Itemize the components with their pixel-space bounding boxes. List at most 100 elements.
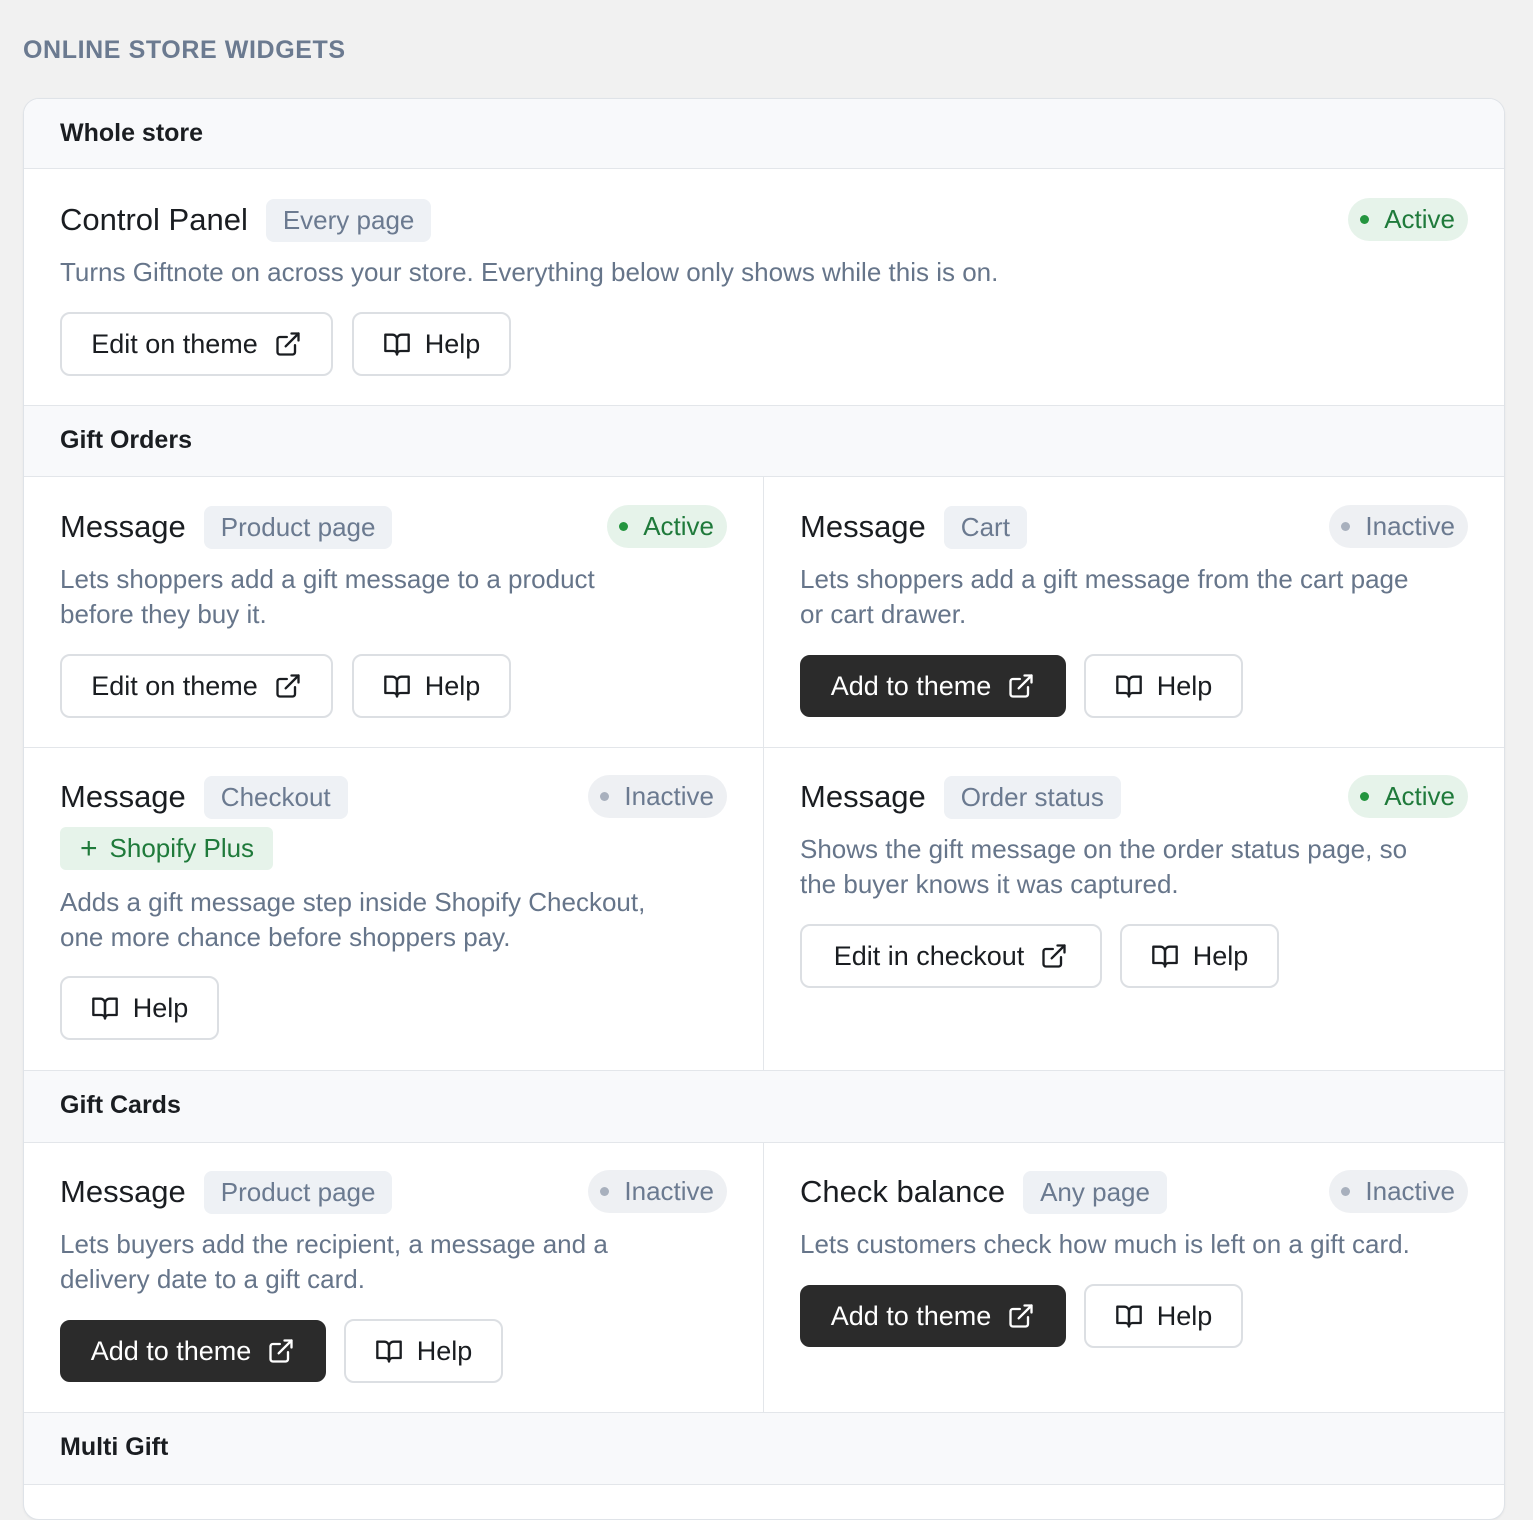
scope-badge: Every page [265,198,432,242]
widget-card-check-balance: Check balance Any page Inactive Lets cus… [800,1170,1468,1370]
description-line: Adds a gift message step inside Shopify … [60,887,646,917]
widget-card-order-status-message: Message Order status Active Shows the gi… [800,775,1468,1005]
description-line: one more chance before shoppers pay. [60,922,511,952]
status-label: Active [1384,204,1455,234]
description-line: the buyer knows it was captured. [800,869,1179,899]
widget-title: Message [60,509,186,544]
book-icon [1115,675,1142,698]
description-line: or cart drawer. [800,599,967,629]
description-line: Shows the gift message on the order stat… [800,834,1408,864]
scope-badge: Product page [203,505,393,549]
row-divider [24,747,1504,748]
external-link-icon [269,1339,293,1363]
button-label: Help [424,670,481,701]
widget-card-checkout-message: Message Checkout Inactive + Shopify Plus… [60,775,727,1055]
widget-description: Adds a gift message step inside Shopify … [60,885,645,955]
section-header-multi-gift: Multi Gift [24,1412,1504,1485]
help-button[interactable]: Help [1120,924,1279,988]
status-dot [619,522,629,531]
status-dot [1360,215,1370,224]
status-dot [1360,792,1370,801]
section-title: Multi Gift [60,1433,169,1461]
section-header-whole-store: Whole store [24,99,1504,169]
status-dot [1341,1187,1351,1196]
help-button[interactable]: Help [352,654,511,718]
status-badge: Active [1348,198,1468,241]
section-header-gift-cards: Gift Cards [24,1070,1504,1143]
description-line: before they buy it. [60,599,267,629]
status-badge: Inactive [588,1170,727,1213]
edit-on-theme-button[interactable]: Edit on theme [60,654,333,718]
section-title: Gift Cards [60,1091,181,1119]
book-icon [383,333,410,356]
section-header-gift-orders: Gift Orders [24,405,1504,477]
button-label: Add to theme [90,1335,252,1366]
book-icon [91,997,118,1020]
status-label: Inactive [1365,1176,1455,1206]
scope-badge: Order status [943,775,1121,819]
widget-title: Message [800,509,926,544]
widget-description: Lets buyers add the recipient, a message… [60,1227,608,1297]
add-to-theme-button[interactable]: Add to theme [800,655,1066,717]
section-title: Whole store [60,119,204,147]
description-line: Lets shoppers add a gift message to a pr… [60,564,595,594]
book-icon [375,1340,402,1363]
widget-description: Lets customers check how much is left on… [800,1229,1410,1259]
widgets-panel: Whole store Control Panel Every page Act… [23,98,1505,1520]
plus-icon: + [80,831,98,865]
help-button[interactable]: Help [1084,1284,1243,1348]
scope-badge: Product page [203,1170,393,1214]
description-line: Lets shoppers add a gift message from th… [800,564,1409,594]
shopify-plus-badge: + Shopify Plus [60,827,274,870]
widget-title: Message [800,779,926,814]
help-button[interactable]: Help [352,312,511,376]
button-label: Add to theme [830,1300,992,1331]
page-title: ONLINE STORE WIDGETS [23,36,346,64]
column-divider [763,477,764,1070]
description-line: delivery date to a gift card. [60,1264,365,1294]
button-label: Help [1156,670,1213,701]
status-label: Inactive [624,1176,714,1206]
add-to-theme-button[interactable]: Add to theme [800,1285,1066,1347]
widget-card-control-panel: Control Panel Every page Active Turns Gi… [60,198,1468,398]
edit-on-theme-button[interactable]: Edit on theme [60,312,333,376]
external-link-icon [1009,1304,1033,1328]
status-label: Inactive [1365,511,1455,541]
status-badge: Active [607,505,727,548]
widget-title: Message [60,779,186,814]
plan-label: Shopify Plus [109,833,255,863]
help-button[interactable]: Help [1084,654,1243,718]
widget-title: Message [60,1174,186,1209]
external-link-icon [1042,944,1066,968]
button-label: Help [1192,940,1249,971]
book-icon [1151,945,1178,968]
button-label: Edit on theme [91,670,258,701]
status-dot [600,792,610,801]
status-label: Active [1384,781,1455,811]
edit-in-checkout-button[interactable]: Edit in checkout [800,924,1102,988]
status-badge: Inactive [588,775,727,818]
widget-card-cart-message: Message Cart Inactive Lets shoppers add … [800,505,1468,735]
widget-card-product-message: Message Product page Active Lets shopper… [60,505,727,735]
button-label: Help [1156,1300,1213,1331]
column-divider [763,1143,764,1413]
widget-title: Check balance [800,1174,1006,1209]
button-label: Help [424,328,481,359]
add-to-theme-button[interactable]: Add to theme [60,1320,326,1382]
section-title: Gift Orders [60,426,192,454]
button-label: Help [132,992,189,1023]
widget-card-gift-card-message: Message Product page Inactive Lets buyer… [60,1170,727,1400]
book-icon [383,675,410,698]
status-badge: Active [1348,775,1468,818]
help-button[interactable]: Help [60,976,219,1040]
status-dot [600,1187,610,1196]
widget-description: Shows the gift message on the order stat… [800,832,1407,902]
help-button[interactable]: Help [344,1319,503,1383]
button-label: Help [416,1335,473,1366]
external-link-icon [276,332,300,356]
button-label: Add to theme [830,670,992,701]
widget-description: Lets shoppers add a gift message from th… [800,562,1408,632]
widget-description: Lets shoppers add a gift message to a pr… [60,562,595,632]
button-label: Edit on theme [91,328,258,359]
scope-badge: Cart [943,505,1027,549]
